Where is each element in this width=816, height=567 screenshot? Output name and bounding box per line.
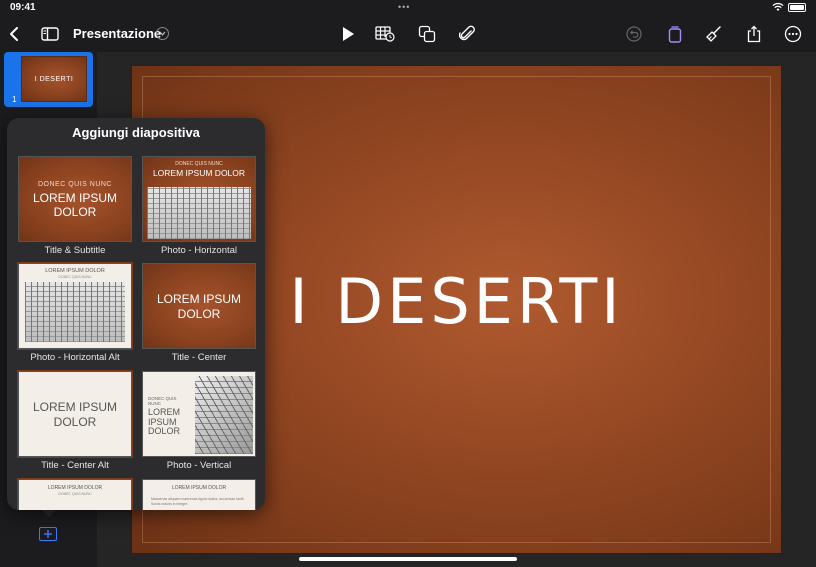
- layout-thumbnail[interactable]: DONEC QUIS NUNC LOREM IPSUM DOLOR: [142, 371, 256, 457]
- document-title[interactable]: Presentazione: [73, 26, 161, 41]
- sidebar-icon[interactable]: [40, 24, 60, 44]
- slide-number: 1: [12, 95, 17, 104]
- layout-kicker: DONEC QUIS NUNC: [148, 396, 177, 406]
- undo-icon[interactable]: [624, 24, 644, 44]
- layout-kicker: DONEC QUIS NUNC: [58, 492, 92, 496]
- shapes-icon[interactable]: [417, 24, 437, 44]
- status-time: 09:41: [10, 2, 36, 13]
- layout-title-center-alt[interactable]: LOREM IPSUM DOLOR Title - Center Alt: [17, 370, 133, 471]
- layout-heading: LOREM IPSUM DOLOR: [171, 485, 227, 491]
- layout-label: Photo - Vertical: [166, 460, 232, 471]
- layout-photo-horizontal-alt[interactable]: LOREM IPSUM DOLOR DONEC QUIS NUNC Photo …: [17, 262, 133, 363]
- layout-thumbnail[interactable]: LOREM IPSUM DOLOR: [17, 370, 133, 458]
- layout-label: Title - Center Alt: [41, 460, 109, 471]
- layout-thumbnail[interactable]: DONEC QUIS NUNC LOREM IPSUM DOLOR: [142, 156, 256, 242]
- popover-title: Aggiungi diapositiva: [72, 125, 200, 140]
- back-chevron-icon[interactable]: [4, 24, 24, 44]
- layout-kicker: DONEC QUIS NUNC: [37, 181, 112, 188]
- layout-heading: LOREM IPSUM DOLOR: [152, 168, 246, 178]
- layout-thumbnail[interactable]: LOREM IPSUM DOLOR: [142, 263, 256, 349]
- slide-thumbnail[interactable]: I DESERTI: [21, 56, 87, 102]
- building-sketch-image: [195, 376, 253, 454]
- layout-label: Photo - Horizontal Alt: [30, 352, 120, 363]
- popover-arrow: [41, 509, 57, 517]
- layout-label: Title - Center: [171, 352, 227, 363]
- slide-thumbnail-selected[interactable]: I DESERTI 1: [4, 52, 93, 107]
- status-bar: 09:41 •••: [0, 0, 816, 16]
- layout-photo-vertical[interactable]: DONEC QUIS NUNC LOREM IPSUM DOLOR Photo …: [142, 371, 256, 471]
- chevron-down-icon[interactable]: [156, 27, 169, 40]
- add-slide-icon: [44, 530, 52, 538]
- city-sketch-image: [25, 282, 125, 342]
- format-brush-icon[interactable]: [704, 24, 724, 44]
- multitasking-dots-icon[interactable]: •••: [398, 2, 410, 12]
- layout-label: Photo - Horizontal: [160, 245, 238, 256]
- layout-heading: LOREM IPSUM DOLOR: [47, 485, 103, 491]
- toolbar: Presentazione: [0, 16, 816, 52]
- home-indicator[interactable]: [299, 557, 517, 561]
- share-icon[interactable]: [744, 24, 764, 44]
- play-icon[interactable]: [338, 24, 358, 44]
- layout-heading: LOREM IPSUM DOLOR: [148, 407, 181, 436]
- city-sketch-image: [147, 187, 251, 239]
- layout-thumbnail[interactable]: LOREM IPSUM DOLOR Maecenas aliquam maece…: [142, 479, 256, 510]
- wifi-icon: [772, 2, 784, 11]
- layout-bullets[interactable]: LOREM IPSUM DOLOR Maecenas aliquam maece…: [142, 479, 256, 510]
- layout-title-subtitle[interactable]: DONEC QUIS NUNC LOREM IPSUM DOLOR Title …: [18, 156, 132, 256]
- more-icon[interactable]: [783, 24, 803, 44]
- layout-kicker: DONEC QUIS NUNC: [175, 161, 223, 167]
- battery-icon: [788, 3, 806, 12]
- layout-thumbnail[interactable]: LOREM IPSUM DOLOR DONEC QUIS NUNC: [17, 262, 133, 350]
- layout-label: Title & Subtitle: [44, 245, 106, 256]
- slide-stack-icon[interactable]: [665, 24, 685, 44]
- layout-title-center[interactable]: LOREM IPSUM DOLOR Title - Center: [142, 263, 256, 363]
- layout-heading: LOREM IPSUM DOLOR: [157, 292, 242, 321]
- layout-thumbnail[interactable]: LOREM IPSUM DOLOR DONEC QUIS NUNC: [17, 478, 133, 510]
- layout-heading: LOREM IPSUM DOLOR: [33, 400, 118, 429]
- layout-photo-horizontal[interactable]: DONEC QUIS NUNC LOREM IPSUM DOLOR Photo …: [142, 156, 256, 256]
- layout-body: Maecenas aliquam maecenas ligula nostra,…: [151, 497, 245, 506]
- layout-kicker: DONEC QUIS NUNC: [58, 275, 92, 279]
- add-slide-popover: Aggiungi diapositiva DONEC QUIS NUNC LOR…: [7, 118, 265, 510]
- paperclip-icon[interactable]: [457, 24, 477, 44]
- layout-title-bullets[interactable]: LOREM IPSUM DOLOR DONEC QUIS NUNC: [17, 478, 133, 510]
- add-slide-button[interactable]: [39, 527, 57, 541]
- layout-heading: LOREM IPSUM DOLOR: [45, 268, 105, 274]
- table-icon[interactable]: [375, 24, 395, 44]
- layout-thumbnail[interactable]: DONEC QUIS NUNC LOREM IPSUM DOLOR: [18, 156, 132, 242]
- layout-heading: LOREM IPSUM DOLOR: [32, 191, 117, 219]
